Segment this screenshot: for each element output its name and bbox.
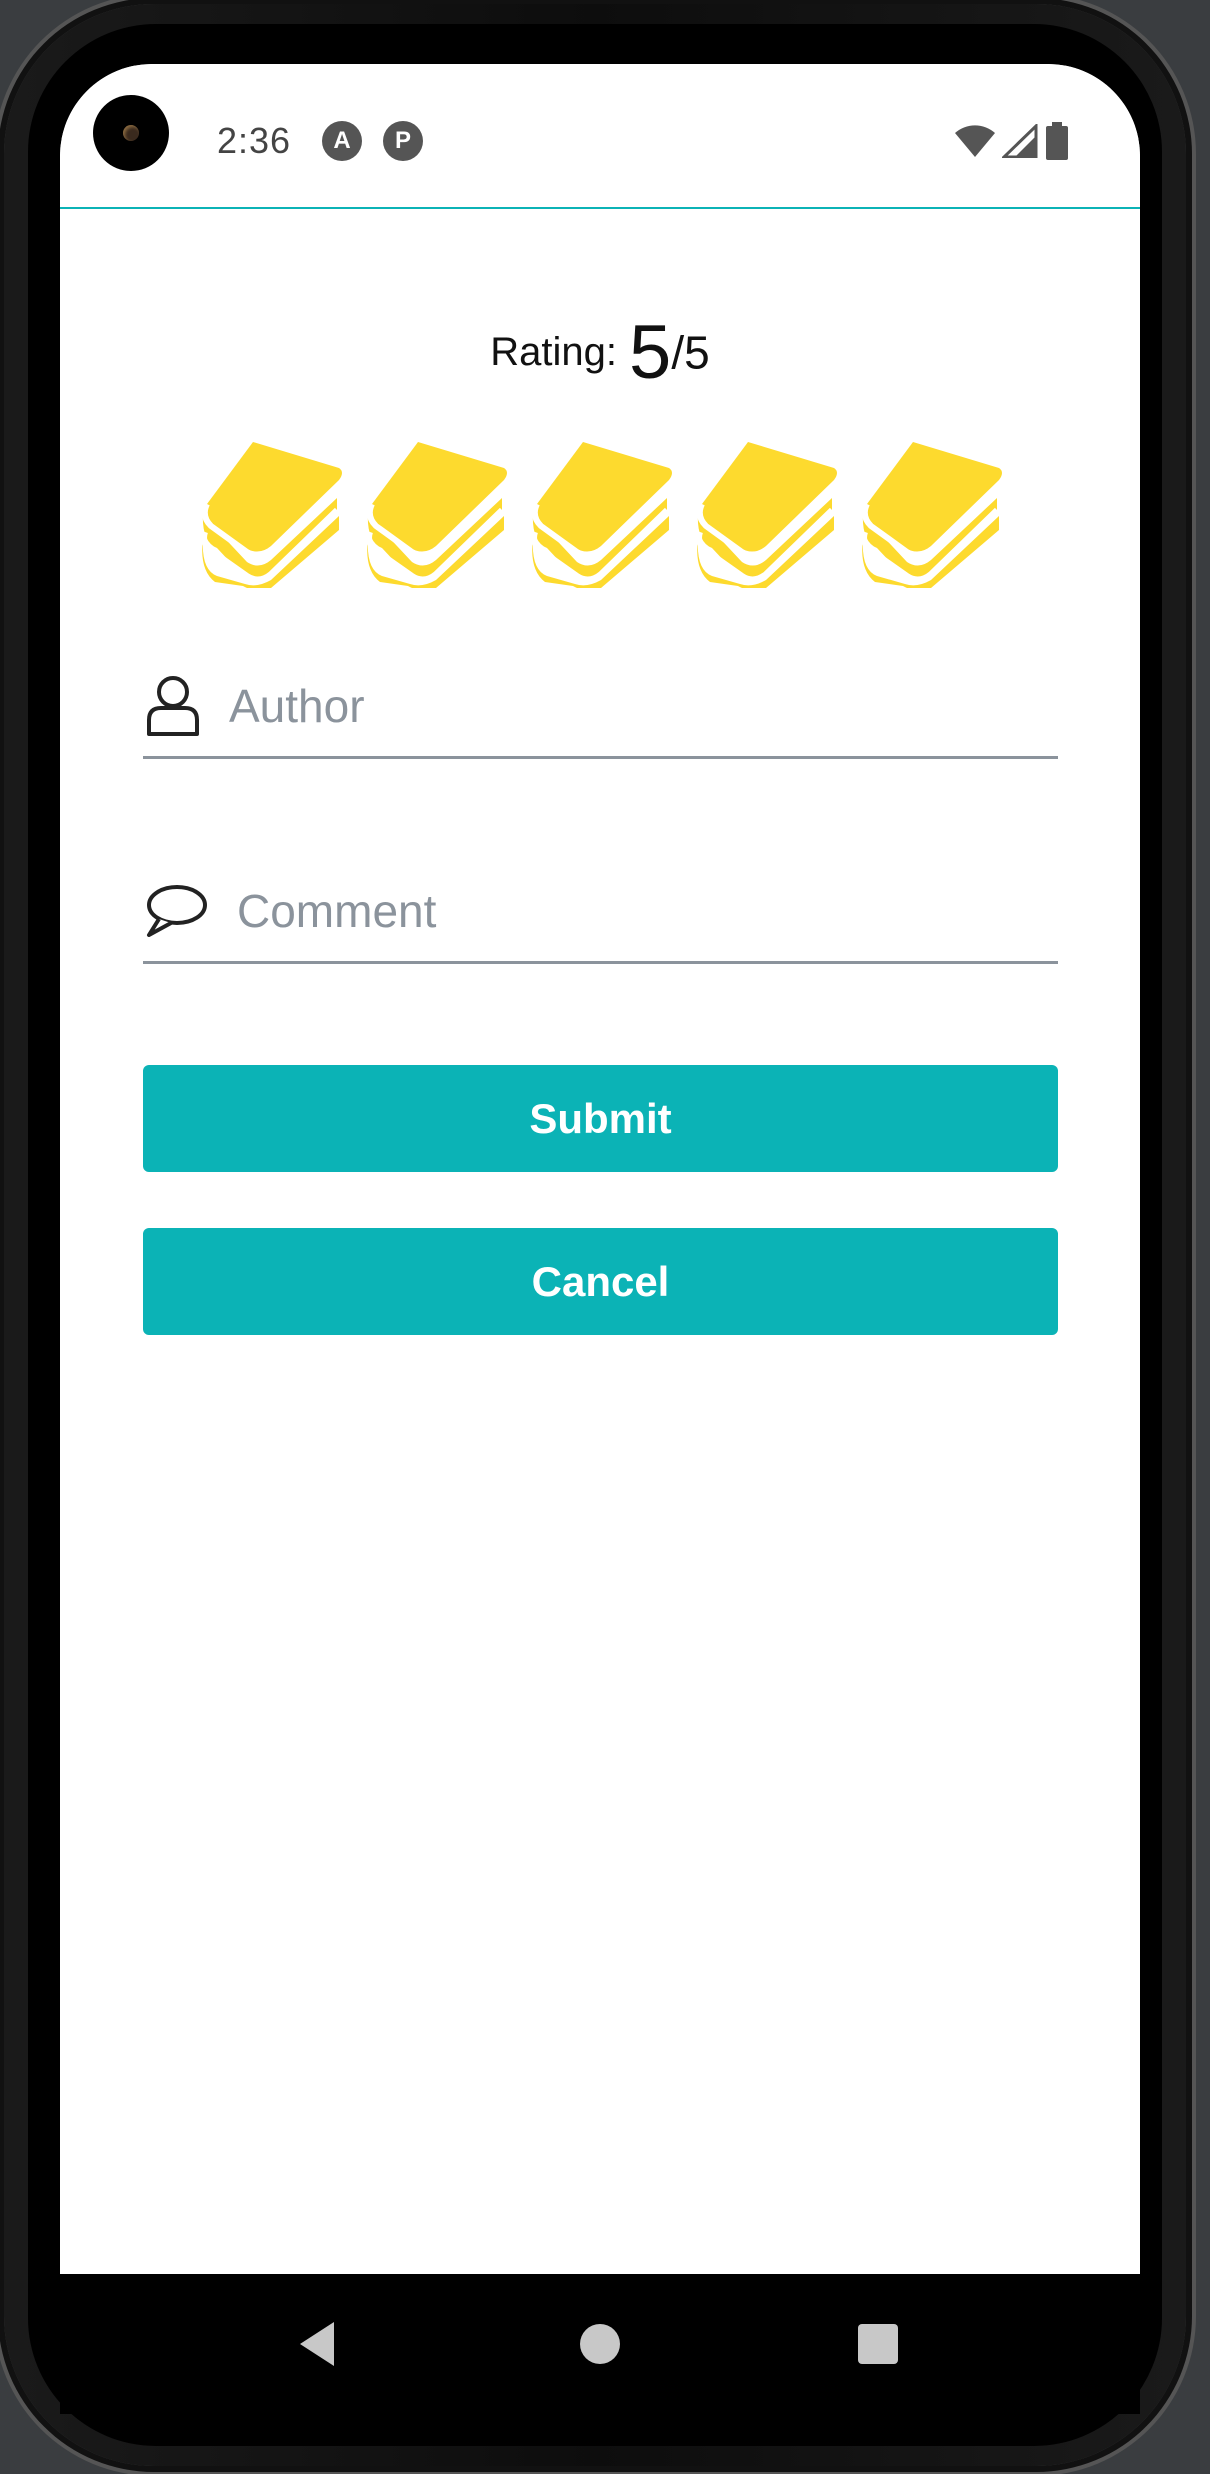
wifi-icon [955,125,995,157]
rating-max: /5 [671,326,710,379]
status-time: 2:36 [217,120,292,161]
comment-input[interactable] [235,875,1059,947]
book-rating-icon[interactable] [197,438,344,588]
author-field [143,654,1058,759]
comment-field [143,859,1059,964]
book-rating-selector [60,438,1140,588]
system-navigation-bar [60,2274,1140,2414]
submit-button[interactable]: Submit [143,1065,1058,1172]
book-rating-icon[interactable] [527,438,674,588]
notification-app-icon: A [322,121,362,161]
cell-signal-icon [1002,124,1038,158]
author-input[interactable] [227,670,1051,742]
book-rating-icon[interactable] [692,438,839,588]
front-camera [93,95,169,171]
home-icon[interactable] [568,2312,632,2376]
back-icon[interactable] [290,2312,354,2376]
recents-icon[interactable] [846,2312,910,2376]
battery-icon [1046,122,1068,160]
notification-app-icon: P [383,121,423,161]
rating-display: Rating: 5/5 [60,309,1140,396]
status-bar: 2:36 A P [60,64,1140,209]
cancel-button[interactable]: Cancel [143,1228,1058,1335]
person-icon [147,676,199,736]
rating-label: Rating: [490,330,618,374]
speech-bubble-icon [147,885,207,937]
status-indicators [954,122,1070,160]
app-screen: 2:36 A P Rating: 5/5 Author Comment Subm… [60,64,1140,2274]
book-rating-icon[interactable] [362,438,509,588]
book-rating-icon[interactable] [857,438,1004,588]
rating-value: 5 [629,310,672,395]
